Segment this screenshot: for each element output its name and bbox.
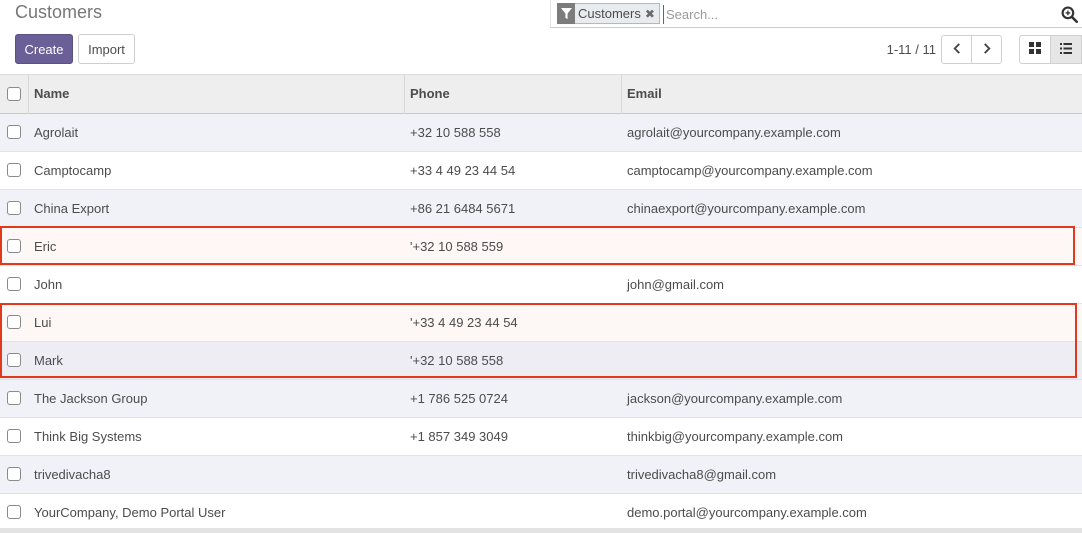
cell-phone: '+32 10 588 558 — [410, 353, 504, 368]
table-row[interactable]: Camptocamp +33 4 49 23 44 54 camptocamp@… — [0, 152, 1082, 190]
cell-phone: '+32 10 588 559 — [410, 239, 504, 254]
kanban-view-icon — [1029, 42, 1041, 57]
page-title: Customers — [15, 2, 103, 22]
control-panel: Customers Customers ✖ Create Import 1-11… — [0, 0, 1082, 74]
search-box: Customers ✖ — [550, 0, 1082, 28]
row-checkbox[interactable] — [7, 163, 21, 177]
cell-name: John — [34, 277, 63, 292]
select-all-checkbox[interactable] — [7, 87, 21, 101]
table-row[interactable]: YourCompany, Demo Portal User demo.porta… — [0, 494, 1082, 532]
filter-icon — [557, 2, 575, 24]
cell-email: john@gmail.com — [627, 277, 725, 292]
search-facet: Customers ✖ — [557, 2, 660, 24]
row-checkbox[interactable] — [7, 353, 21, 367]
cell-phone: +1 786 525 0724 — [410, 391, 508, 406]
table-row[interactable]: John john@gmail.com — [0, 266, 1082, 304]
column-separator — [28, 75, 29, 114]
row-checkbox[interactable] — [7, 277, 21, 291]
cell-name: The Jackson Group — [34, 391, 148, 406]
column-header-phone[interactable]: Phone — [410, 75, 450, 114]
table-row[interactable]: Think Big Systems +1 857 349 3049 thinkb… — [0, 418, 1082, 456]
cell-email: demo.portal@yourcompany.example.com — [627, 505, 867, 520]
column-header-name[interactable]: Name — [34, 75, 69, 114]
list-view-button[interactable] — [1050, 35, 1082, 64]
table-row[interactable]: The Jackson Group +1 786 525 0724 jackso… — [0, 380, 1082, 418]
cell-email: thinkbig@yourcompany.example.com — [627, 429, 843, 444]
cell-phone: +33 4 49 23 44 54 — [410, 163, 516, 178]
row-checkbox[interactable] — [7, 201, 21, 215]
cell-email: trivedivacha8@gmail.com — [627, 467, 777, 482]
table-header: Name Phone Email — [0, 74, 1082, 114]
row-checkbox[interactable] — [7, 505, 21, 519]
pager-value[interactable]: 1-11 / 11 — [872, 42, 936, 57]
column-separator — [621, 75, 622, 114]
cell-name: Mark — [34, 353, 63, 368]
pager-next-button[interactable] — [971, 35, 1002, 64]
cell-name: China Export — [34, 201, 110, 216]
cell-name: Camptocamp — [34, 163, 112, 178]
cell-name: Lui — [34, 315, 52, 330]
chevron-left-icon — [952, 42, 961, 57]
search-zoom-icon[interactable] — [1061, 6, 1079, 24]
row-checkbox[interactable] — [7, 125, 21, 139]
table-row[interactable]: Lui '+33 4 49 23 44 54 — [0, 304, 1082, 342]
row-checkbox[interactable] — [7, 239, 21, 253]
customers-table: Name Phone Email Agrolait +32 10 588 558… — [0, 74, 1082, 532]
cell-name: Think Big Systems — [34, 429, 142, 444]
table-bottom-border — [0, 528, 1082, 533]
cell-email: jackson@yourcompany.example.com — [627, 391, 843, 406]
cell-name: Agrolait — [34, 125, 79, 140]
pager-previous-button[interactable] — [941, 35, 972, 64]
import-button[interactable]: Import — [78, 34, 135, 64]
cell-name: Eric — [34, 239, 57, 254]
cell-phone: +1 857 349 3049 — [410, 429, 508, 444]
cell-name: YourCompany, Demo Portal User — [34, 505, 226, 520]
search-input[interactable] — [663, 5, 1053, 24]
row-checkbox[interactable] — [7, 429, 21, 443]
cell-phone: +32 10 588 558 — [410, 125, 501, 140]
column-header-email[interactable]: Email — [627, 75, 662, 114]
table-row[interactable]: China Export +86 21 6484 5671 chinaexpor… — [0, 190, 1082, 228]
row-checkbox[interactable] — [7, 315, 21, 329]
table-row[interactable]: Agrolait +32 10 588 558 agrolait@yourcom… — [0, 114, 1082, 152]
row-checkbox[interactable] — [7, 391, 21, 405]
table-row[interactable]: Mark '+32 10 588 558 — [0, 342, 1082, 380]
create-button[interactable]: Create — [15, 34, 73, 64]
chevron-right-icon — [983, 42, 991, 57]
cell-phone: +86 21 6484 5671 — [410, 201, 516, 216]
column-separator — [404, 75, 405, 114]
cell-email: camptocamp@yourcompany.example.com — [627, 163, 873, 178]
cell-email: agrolait@yourcompany.example.com — [627, 125, 841, 140]
cell-name: trivedivacha8 — [34, 467, 111, 482]
table-row[interactable]: Eric '+32 10 588 559 — [0, 228, 1082, 266]
row-checkbox[interactable] — [7, 467, 21, 481]
list-view-icon — [1060, 42, 1072, 57]
facet-label: Customers — [578, 6, 641, 21]
table-row[interactable]: trivedivacha8 trivedivacha8@gmail.com — [0, 456, 1082, 494]
facet-remove-icon[interactable]: ✖ — [645, 7, 655, 21]
cell-phone: '+33 4 49 23 44 54 — [410, 315, 518, 330]
cell-email: chinaexport@yourcompany.example.com — [627, 201, 866, 216]
kanban-view-button[interactable] — [1019, 35, 1051, 64]
